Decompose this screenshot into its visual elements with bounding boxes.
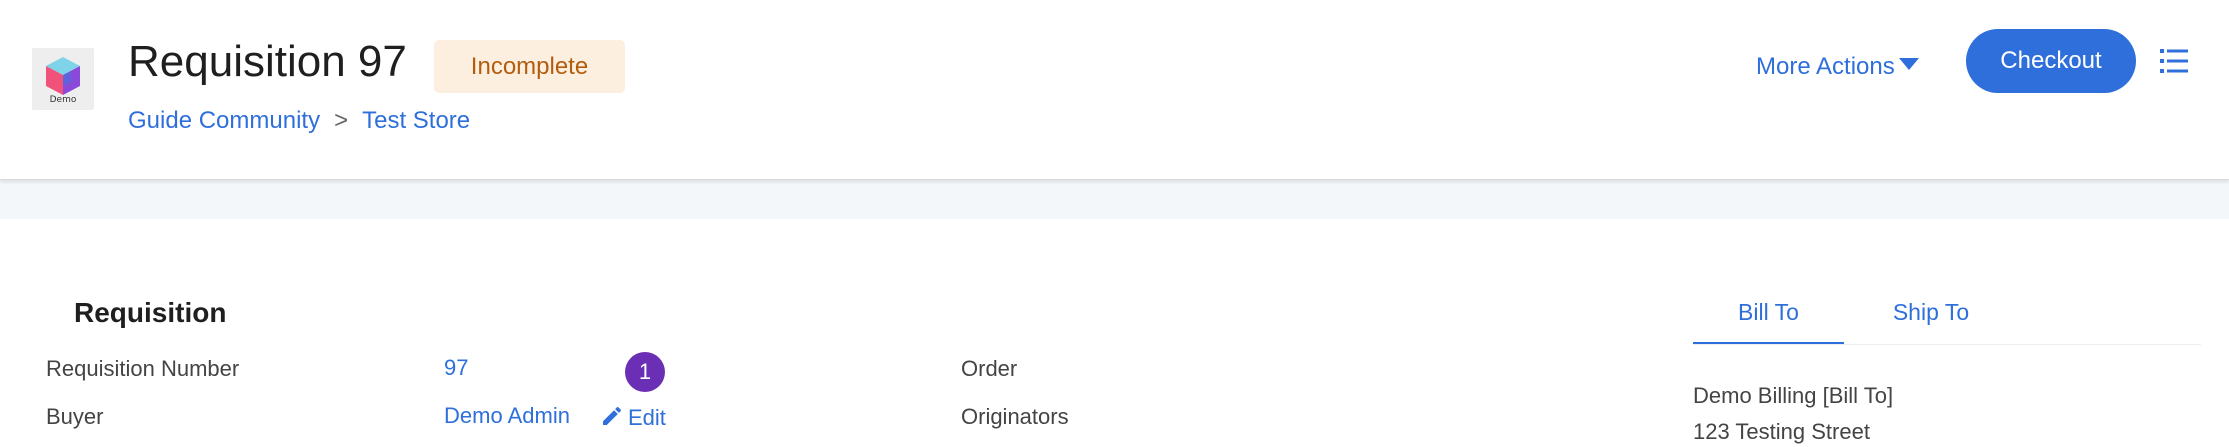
breadcrumb-test-store[interactable]: Test Store	[362, 107, 470, 134]
address-tabs: Bill To Ship To	[1693, 290, 2201, 345]
list-menu-button[interactable]	[2160, 48, 2188, 74]
breadcrumb-guide-community[interactable]: Guide Community	[128, 107, 320, 134]
cube-icon	[46, 57, 80, 95]
page-title: Requisition 97	[128, 37, 407, 86]
sub-toolbar	[0, 180, 2229, 219]
address-line-name: Demo Billing [Bill To]	[1693, 383, 1894, 408]
requisition-section-title: Requisition	[74, 297, 227, 328]
caret-down-icon	[1898, 58, 1919, 70]
step-badge: 1	[625, 352, 665, 392]
requisition-number-value[interactable]: 97	[444, 353, 468, 383]
app-logo[interactable]: Demo	[32, 48, 94, 110]
page-header: Demo Requisition 97 Incomplete Guide Com…	[0, 0, 2229, 180]
address-line-street: 123 Testing Street	[1693, 419, 1870, 444]
pencil-icon	[603, 406, 622, 425]
order-label: Order	[961, 356, 1018, 381]
requisition-number-label: Requisition Number	[46, 356, 240, 381]
tab-ship-to[interactable]: Ship To	[1863, 290, 1999, 342]
edit-buyer-link[interactable]: Edit	[600, 403, 666, 433]
checkout-button[interactable]: Checkout	[1966, 29, 2136, 93]
logo-text: Demo	[49, 95, 77, 105]
tab-bill-to[interactable]: Bill To	[1693, 290, 1844, 344]
more-actions-label: More Actions	[1756, 53, 1895, 80]
breadcrumb-separator: >	[334, 107, 349, 134]
breadcrumb: Guide Community > Test Store	[128, 104, 470, 138]
buyer-label: Buyer	[46, 404, 104, 429]
edit-label: Edit	[628, 405, 666, 430]
originators-label: Originators	[961, 404, 1069, 429]
more-actions-dropdown[interactable]: More Actions	[1756, 50, 1919, 84]
buyer-value[interactable]: Demo Admin	[444, 401, 570, 431]
status-badge: Incomplete	[434, 40, 625, 93]
list-icon	[2160, 49, 2188, 73]
